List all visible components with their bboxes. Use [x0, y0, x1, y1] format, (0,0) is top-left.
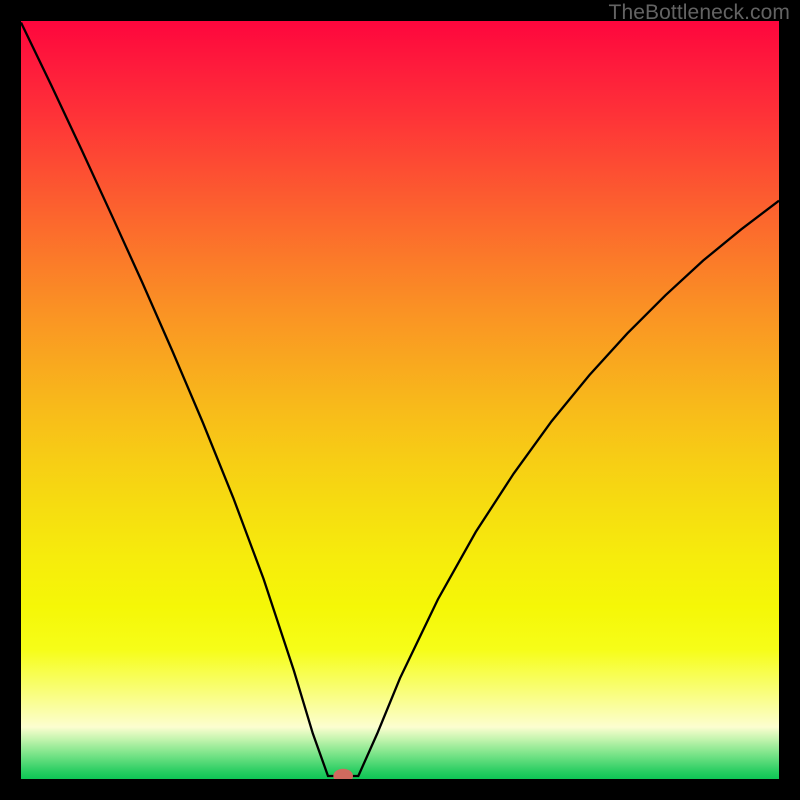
- bottleneck-curve: [21, 23, 779, 776]
- attribution-watermark: TheBottleneck.com: [609, 1, 790, 25]
- chart-plot-area: [21, 21, 779, 779]
- chart-svg: [21, 21, 779, 779]
- selected-point-marker: [333, 769, 353, 779]
